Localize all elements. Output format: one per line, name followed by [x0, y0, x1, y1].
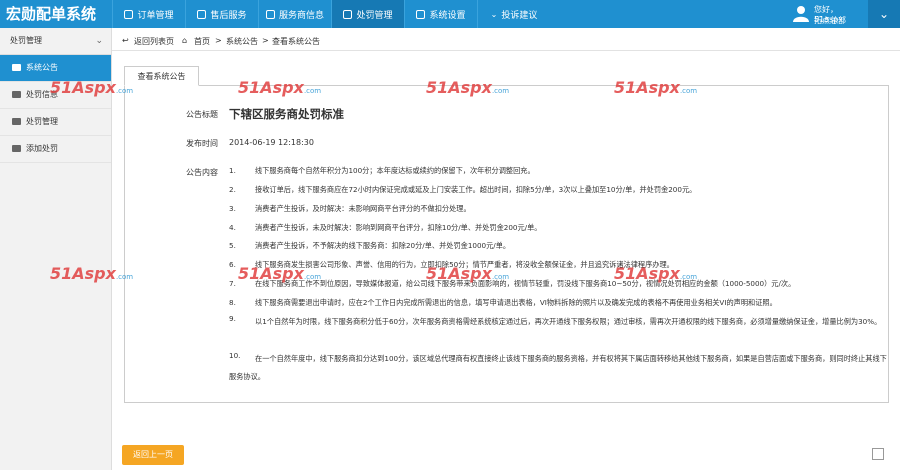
notice-title: 下辖区服务商处罚标准: [229, 107, 344, 121]
nav-penalty-management[interactable]: 处罚管理: [331, 0, 404, 28]
nav-orders[interactable]: 订单管理: [112, 0, 185, 28]
nav-complaints[interactable]: ⌄ 投诉建议: [477, 0, 550, 28]
watermark: 51Aspx.com: [238, 78, 322, 97]
chevron-down-icon: ⌄: [490, 9, 498, 19]
title-label: 公告标题: [186, 110, 218, 119]
user-org: 拓点总部: [814, 16, 846, 25]
tab-view-notice[interactable]: 查看系统公告: [124, 66, 199, 86]
app-logo: 宏勋配单系统: [6, 5, 97, 23]
nav-after-sales[interactable]: 售后服务: [185, 0, 258, 28]
breadcrumb-home[interactable]: 首页: [194, 36, 210, 47]
watermark: 51Aspx.com: [50, 264, 134, 283]
folder-icon: [12, 64, 21, 71]
watermark: 51Aspx.com: [614, 78, 698, 97]
chevron-down-icon: ⌄: [878, 7, 890, 21]
chevron-down-icon: ⌄: [95, 36, 103, 46]
back-button[interactable]: 返回上一页: [122, 445, 184, 465]
expand-icon[interactable]: [872, 448, 884, 460]
breadcrumb-current: 查看系统公告: [272, 37, 320, 46]
nav-provider-info[interactable]: 服务商信息: [258, 0, 331, 28]
user-info[interactable]: 您好，51aspx 拓点总部: [790, 2, 862, 26]
breadcrumb: ↩ 返回列表页 ⌂ 首页 > 系统公告 > 查看系统公告: [112, 32, 900, 51]
folder-icon: [12, 118, 21, 125]
main-nav: 订单管理 售后服务 服务商信息 处罚管理 系统设置 ⌄ 投诉建议: [112, 0, 550, 28]
back-to-list-link[interactable]: 返回列表页: [134, 36, 174, 47]
home-icon: ⌂: [182, 36, 188, 45]
info-icon: [265, 9, 275, 19]
watermark: 51Aspx.com: [50, 78, 134, 97]
user-avatar-icon: [793, 6, 809, 22]
nav-system-settings[interactable]: 系统设置: [404, 0, 477, 28]
watermark: 51Aspx.com: [426, 78, 510, 97]
gear-icon: [343, 9, 353, 19]
breadcrumb-separator: >: [215, 36, 222, 45]
settings-icon: [416, 9, 426, 19]
breadcrumb-separator: >: [262, 36, 269, 45]
list-icon: [124, 9, 134, 19]
top-bar: 宏勋配单系统 订单管理 售后服务 服务商信息 处罚管理 系统设置 ⌄ 投诉建议 您…: [0, 0, 900, 28]
service-icon: [197, 9, 207, 19]
watermark: 51Aspx.com: [426, 264, 510, 283]
sidebar-item-penalty-management[interactable]: 处罚管理: [0, 109, 111, 136]
watermark: 51Aspx.com: [238, 264, 322, 283]
content-label: 公告内容: [186, 168, 218, 177]
folder-icon: [12, 145, 21, 152]
user-menu-button[interactable]: ⌄: [868, 0, 900, 28]
sidebar-header[interactable]: 处罚管理 ⌄: [0, 28, 111, 55]
watermark: 51Aspx.com: [614, 264, 698, 283]
folder-icon: [12, 91, 21, 98]
breadcrumb-section[interactable]: 系统公告: [226, 36, 258, 47]
time-label: 发布时间: [186, 139, 218, 148]
sidebar-item-add-penalty[interactable]: 添加处罚: [0, 136, 111, 163]
back-arrow-icon: ↩: [122, 36, 129, 45]
notice-time: 2014-06-19 12:18:30: [229, 138, 314, 147]
